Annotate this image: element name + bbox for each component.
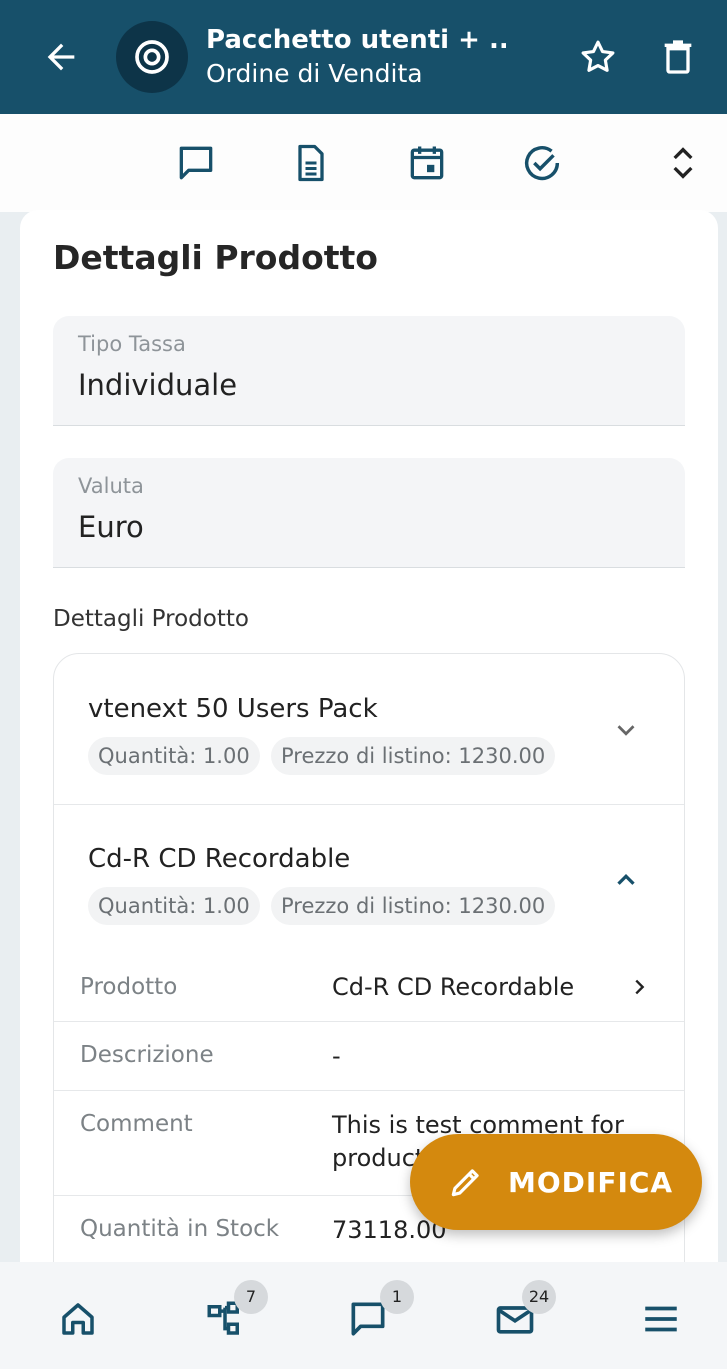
related-badge: 7 bbox=[234, 1280, 268, 1314]
product-name: Cd-R CD Recordable bbox=[88, 844, 351, 874]
tasks-button[interactable] bbox=[517, 138, 567, 188]
chevron-down-icon bbox=[617, 725, 635, 736]
page-subtitle: Ordine di Vendita bbox=[206, 59, 423, 88]
module-avatar bbox=[116, 21, 188, 93]
nav-menu[interactable] bbox=[636, 1294, 686, 1344]
target-icon bbox=[135, 40, 169, 74]
quantity-chip: Quantità: 1.00 bbox=[88, 887, 260, 925]
menu-icon bbox=[645, 1306, 677, 1332]
open-product-link[interactable] bbox=[624, 972, 654, 1002]
field-value: Individuale bbox=[78, 368, 238, 402]
bottom-navigation: 7 1 24 bbox=[0, 1262, 727, 1369]
calendar-icon bbox=[410, 146, 444, 180]
comment-icon bbox=[179, 146, 213, 180]
detail-label: Comment bbox=[80, 1111, 193, 1137]
collapse-product-button[interactable] bbox=[606, 860, 646, 900]
edit-button[interactable]: MODIFICA bbox=[410, 1134, 702, 1230]
arrow-left-icon bbox=[47, 43, 75, 71]
price-chip: Prezzo di listino: 1230.00 bbox=[271, 887, 556, 925]
section-label: Dettagli Prodotto bbox=[53, 606, 249, 632]
page-title: Pacchetto utenti + ... bbox=[206, 25, 506, 55]
documents-button[interactable] bbox=[286, 138, 336, 188]
price-chip: Prezzo di listino: 1230.00 bbox=[271, 737, 556, 775]
action-toolbar bbox=[0, 114, 727, 212]
chevron-right-icon bbox=[635, 979, 645, 995]
detail-label: Descrizione bbox=[80, 1042, 214, 1068]
field-label: Tipo Tassa bbox=[78, 332, 186, 356]
field-label: Valuta bbox=[78, 474, 144, 498]
detail-label: Prodotto bbox=[80, 974, 178, 1000]
product-item[interactable]: vtenext 50 Users Pack Quantità: 1.00 Pre… bbox=[54, 654, 684, 804]
calendar-button[interactable] bbox=[402, 138, 452, 188]
trash-icon bbox=[664, 40, 692, 74]
pencil-icon bbox=[451, 1169, 479, 1197]
quantity-chip: Quantità: 1.00 bbox=[88, 737, 260, 775]
chevron-up-icon bbox=[617, 873, 635, 885]
field-value: Euro bbox=[78, 510, 144, 544]
detail-value: - bbox=[332, 1042, 341, 1070]
expand-collapse-icon bbox=[673, 147, 693, 179]
check-circle-icon bbox=[524, 146, 560, 181]
detail-row-description: Descrizione - bbox=[54, 1022, 684, 1090]
comments-badge: 1 bbox=[380, 1280, 414, 1314]
product-name: vtenext 50 Users Pack bbox=[88, 694, 378, 724]
detail-label: Quantità in Stock bbox=[80, 1216, 280, 1242]
currency-field[interactable]: Valuta Euro bbox=[53, 458, 685, 568]
app-bar: Pacchetto utenti + ... Ordine di Vendita bbox=[0, 0, 727, 114]
expand-product-button[interactable] bbox=[606, 710, 646, 750]
nav-home[interactable] bbox=[53, 1294, 103, 1344]
delete-button[interactable] bbox=[653, 32, 703, 82]
home-icon bbox=[62, 1303, 94, 1335]
tax-type-field[interactable]: Tipo Tassa Individuale bbox=[53, 316, 685, 426]
comments-button[interactable] bbox=[171, 138, 221, 188]
expand-collapse-button[interactable] bbox=[658, 138, 708, 188]
document-icon bbox=[298, 144, 324, 182]
mail-badge: 24 bbox=[522, 1280, 556, 1314]
edit-button-label: MODIFICA bbox=[508, 1165, 674, 1199]
product-item[interactable]: Cd-R CD Recordable Quantità: 1.00 Prezzo… bbox=[54, 804, 684, 954]
card-title: Dettagli Prodotto bbox=[53, 238, 378, 277]
favorite-button[interactable] bbox=[573, 32, 623, 82]
detail-value: Cd-R CD Recordable bbox=[332, 973, 575, 1001]
back-button[interactable] bbox=[30, 26, 92, 88]
detail-row-product[interactable]: Prodotto Cd-R CD Recordable bbox=[54, 954, 684, 1021]
star-outline-icon bbox=[581, 40, 615, 72]
product-details-card: Dettagli Prodotto Tipo Tassa Individuale… bbox=[20, 210, 718, 1270]
